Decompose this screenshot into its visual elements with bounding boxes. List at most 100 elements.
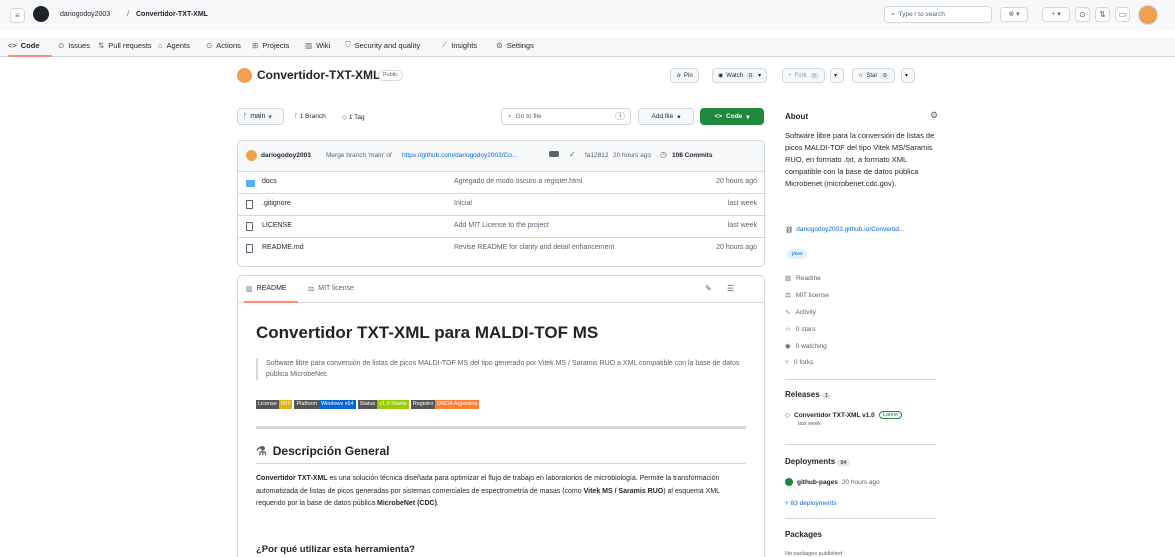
file-row[interactable]: docs Agregado de modo oscuro a register.… [238,171,766,193]
gear-icon[interactable]: ⚙ [930,110,938,121]
platform-badge[interactable]: Platform Windows x64 [294,398,356,409]
release-item[interactable]: ◇ Convertidor TXT-XML v1.0 Latest [785,411,902,419]
commit-author[interactable]: dariogodoy2003 [261,152,311,159]
forks-link[interactable]: ⑂ 0 forks [785,359,813,366]
tag-icon: ◇ [785,412,790,419]
description-paragraph: Convertidor TXT-XML es una solución técn… [256,475,720,507]
branch-select[interactable]: ᚠ main ▾ [237,108,284,125]
issues-icon[interactable]: ⊙ [1075,7,1090,22]
activity-link[interactable]: ∿ Activity [785,308,816,317]
actions-icon: ⊙ [206,40,213,50]
tab-settings[interactable]: ⚙ Settings [496,37,534,53]
file-icon [246,200,253,209]
heading-underline [256,463,746,464]
about-description: Software libre para la conversión de lis… [785,131,935,188]
search-input[interactable]: ⌕ Type / to search [884,6,992,23]
tab-insights[interactable]: ⟋ Insights [442,37,477,53]
status-badge[interactable]: Status v1.0 Stable [357,398,409,409]
repo-link[interactable]: Convertidor-TXT-XML [136,11,208,18]
tab-security[interactable]: ⛉ Security and quality [345,37,420,53]
license-badge[interactable]: License MIT [256,398,293,409]
create-new-button[interactable]: + ▾ [1042,7,1070,22]
watch-button[interactable]: ◉ Watch 0 ▾ [712,68,768,83]
fork-icon: ⑂ [785,359,789,366]
link-icon: ⛓ [785,227,794,234]
pull-request-icon: ⇅ [98,40,105,50]
file-row[interactable]: LICENSE Add MIT License to the project l… [238,215,766,237]
license-link[interactable]: ⚖ MIT license [785,291,829,300]
divider [785,379,936,380]
avatar[interactable] [1138,5,1158,25]
commit-link[interactable]: https://github.com/dariogodoy2003/Co... [402,152,517,159]
pin-button[interactable]: ✰ Pin [670,68,699,83]
tab-wiki[interactable]: ▥ Wiki [305,37,330,53]
chevron-down-icon: ▾ [758,73,762,79]
code-button[interactable]: <> Code ▾ [700,108,764,125]
tab-pull-requests[interactable]: ⇅ Pull requests [98,37,152,53]
tab-issues[interactable]: ⊙ Issues [58,37,90,53]
repo-nav: <> Code ⊙ Issues ⇅ Pull requests ⌂ Agents ⊙ A… [0,37,1175,57]
inbox-icon[interactable]: ▭ [1115,7,1130,22]
latest-badge: Latest [878,411,902,419]
homepage-link[interactable]: ⛓ dariogodoy2003.github.io/Convertid... [785,226,904,234]
fork-button[interactable]: ⑂ Fork 0 [782,68,825,83]
edit-icon[interactable]: ✎ [705,284,712,293]
tag-icon: ◇ [342,114,349,121]
outline-icon[interactable]: ☰ [727,284,734,293]
file-row[interactable]: .gitignore Inicial last week [238,193,766,215]
file-table: dariogodoy2003 Merge branch 'main' of ht… [237,140,766,267]
chevron-down-icon: ▾ [746,113,750,121]
readme-panel: ▥ README ⚖ MIT license ✎ ☰ Convertidor TXT… [237,275,765,557]
copilot-button[interactable]: ⊛ ▾ [1000,7,1028,22]
stars-link[interactable]: ☆ 0 stars [785,325,815,334]
tab-projects[interactable]: ⊞ Projects [252,37,289,53]
branches-link[interactable]: ᚠ 1 Branch [294,113,326,120]
tab-code[interactable]: <> Code [8,37,40,53]
tab-actions[interactable]: ⊙ Actions [206,37,241,53]
fork-dropdown[interactable]: ▾ [830,68,844,83]
deployments-heading[interactable]: Deployments 84 [785,457,850,466]
repo-title[interactable]: Convertidor-TXT-XML [257,68,380,82]
subsection-heading: ¿Por qué utilizar esta herramienta? [256,544,415,555]
tab-readme[interactable]: ▥ README [246,285,287,293]
tab-agents[interactable]: ⌂ Agents [158,37,190,53]
packages-note: No packages published [785,551,843,557]
breadcrumb-separator: / [127,11,129,18]
star-button[interactable]: ☆ Star 0 [852,68,896,83]
commit-expand-icon[interactable] [549,151,559,157]
global-header: ≡ dariogodoy2003 / Convertidor-TXT-XML ⌕… [0,0,1175,30]
watching-link[interactable]: ◉ 0 watching [785,342,827,351]
pull-requests-icon[interactable]: ⇅ [1095,7,1110,22]
packages-heading: Packages [785,530,822,539]
tab-license[interactable]: ⚖ MIT license [308,285,354,293]
shortcut-key: t [615,112,625,120]
pin-icon: ✰ [676,73,682,79]
owner-link[interactable]: dariogodoy2003 [60,11,110,18]
active-tab-underline [244,301,298,303]
file-row[interactable]: README.md Revise README for clarity and … [238,237,766,259]
commit-time: 20 hours ago [613,152,651,159]
tags-link[interactable]: ◇ 1 Tag [342,113,365,121]
commit-message[interactable]: Merge branch 'main' of [326,152,392,159]
agents-icon: ⌂ [158,40,163,50]
deployment-item[interactable]: github-pages 20 hours ago [785,478,880,486]
menu-icon[interactable]: ≡ [10,8,25,23]
github-logo-icon[interactable] [33,6,49,22]
readme-link[interactable]: ▥ Readme [785,274,821,283]
file-icon [246,222,253,231]
branch-icon: ᚠ [243,113,248,120]
file-icon [246,244,253,253]
more-deployments-link[interactable]: + 83 deployments [785,500,837,507]
add-file-button[interactable]: Add file ▾ [638,108,694,125]
divider [785,444,936,445]
chevron-down-icon: ▾ [677,113,681,121]
commits-count[interactable]: 108 Commits [672,152,712,159]
go-to-file-input[interactable]: ⌕ Go to file t [501,108,631,125]
chevron-down-icon: ▾ [834,73,838,79]
star-dropdown[interactable]: ▾ [901,68,915,83]
releases-heading[interactable]: Releases 1 [785,390,831,399]
registro-badge[interactable]: Registro DNDA Argentina [410,398,480,409]
topic-tag[interactable]: java [787,249,808,259]
readme-blockquote: Software libre para conversión de listas… [256,358,746,380]
commit-hash[interactable]: fa12812 [585,152,609,159]
